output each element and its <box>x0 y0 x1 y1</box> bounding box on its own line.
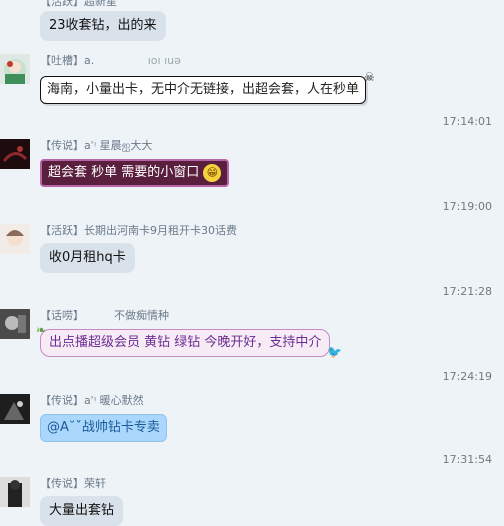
leaf-icon: ❧ <box>36 323 47 337</box>
message-bubble[interactable]: @A˘ˇ战帅钻卡专卖 <box>40 414 167 442</box>
message-bubble[interactable]: 海南，小量出卡，无中介无链接，出超会套，人在秒单 <box>40 76 367 104</box>
bird-icon: 🐦 <box>327 345 342 359</box>
chat-message: 【传说】aʾᵎ 暖心默然 @A˘ˇ战帅钻卡专卖 <box>0 392 504 452</box>
timestamp: 17:21:28 <box>442 285 492 298</box>
message-bubble[interactable]: 出点播超级会员 黄钻 绿钻 今晚开好，支持中介 <box>40 329 331 357</box>
message-bubble[interactable]: 超会套 秒单 需要的小窗口 😁 <box>40 159 230 187</box>
timestamp: 17:14:01 <box>442 115 492 128</box>
avatar[interactable] <box>0 139 30 169</box>
timestamp: 17:31:54 <box>442 453 492 466</box>
avatar-image <box>0 394 30 424</box>
chat-message: 【传说】aʾᵎ 星晨ஐ大大 超会套 秒单 需要的小窗口 😁 <box>0 137 504 197</box>
avatar-image <box>0 477 30 507</box>
sender-name[interactable]: 【活跃】长期出河南卡9月租开卡30话费 <box>40 222 237 238</box>
sender-name[interactable]: 【传说】aʾᵎ 星晨ஐ大大 <box>40 137 152 154</box>
chat-message: 【传说】荣轩 大量出套钻 <box>0 475 504 526</box>
sender-name[interactable]: 【吐槽】a. ıoı ıuǝ <box>40 52 181 68</box>
chat-message: 【活跃】超新星 23收套钻，出的来 <box>0 0 504 44</box>
sender-name[interactable]: 【传说】aʾᵎ 暖心默然 <box>40 392 144 408</box>
sender-name[interactable]: 【活跃】超新星 <box>40 0 117 9</box>
timestamp: 17:19:00 <box>442 200 492 213</box>
chat-message: 【活跃】长期出河南卡9月租开卡30话费 收0月租hq卡 <box>0 222 504 282</box>
timestamp: 17:24:19 <box>442 370 492 383</box>
avatar-image <box>0 224 30 254</box>
avatar-image <box>0 139 30 169</box>
sender-name[interactable]: 【传说】荣轩 <box>40 475 106 491</box>
avatar[interactable] <box>0 477 30 507</box>
sender-name[interactable]: 【话唠】 不做痴情种 <box>40 307 169 323</box>
message-bubble[interactable]: 大量出套钻 <box>40 496 124 526</box>
skull-icon: ☠ <box>364 70 375 84</box>
avatar[interactable] <box>0 224 30 254</box>
avatar-image <box>4 59 26 84</box>
avatar[interactable] <box>0 309 30 339</box>
grin-emoji-icon: 😁 <box>203 163 222 182</box>
chat-message: 【话唠】 不做痴情种 出点播超级会员 黄钻 绿钻 今晚开好，支持中介 ❧ 🐦 <box>0 307 504 367</box>
avatar-image <box>0 309 30 339</box>
avatar[interactable] <box>0 54 30 84</box>
avatar[interactable] <box>0 394 30 424</box>
message-bubble[interactable]: 23收套钻，出的来 <box>40 11 166 41</box>
chat-message: 【吐槽】a. ıoı ıuǝ 海南，小量出卡，无中介无链接，出超会套，人在秒单 … <box>0 52 504 112</box>
message-bubble[interactable]: 收0月租hq卡 <box>40 243 135 273</box>
